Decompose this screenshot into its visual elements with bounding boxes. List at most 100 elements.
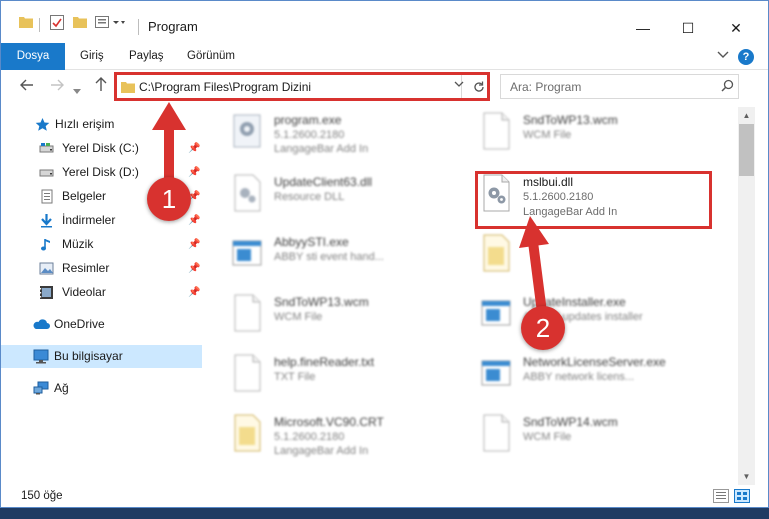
- sidebar-item-label: Hızlı erişim: [55, 117, 115, 131]
- sidebar-item-label: Resimler: [62, 261, 110, 275]
- details-view-icon[interactable]: [713, 489, 729, 503]
- sidebar-item-label: İndirmeler: [62, 213, 116, 227]
- customize-toolbar-icon[interactable]: [95, 15, 125, 32]
- dll-icon: [479, 173, 513, 217]
- toolbar-divider: [39, 18, 40, 32]
- forward-arrow-icon[interactable]: [50, 78, 64, 96]
- file-name: AbbyySTI.exe: [274, 235, 349, 249]
- tab-home[interactable]: Giriş: [80, 43, 104, 70]
- file-detail: LangageBar Add In: [274, 445, 369, 457]
- blank-file-icon: [230, 353, 264, 397]
- list-item[interactable]: help.fineReader.txt TXT File: [230, 353, 470, 413]
- dll-icon: [230, 173, 264, 217]
- file-name: help.fineReader.txt: [274, 355, 375, 369]
- address-dropdown-icon[interactable]: [454, 80, 464, 91]
- pin-icon[interactable]: 📌: [188, 257, 200, 280]
- window-exe-icon: [479, 293, 513, 337]
- folder-icon: [19, 15, 33, 31]
- file-name: UpdateClient63.dll: [274, 175, 373, 189]
- sidebar-item-label: Bu bilgisayar: [54, 349, 123, 363]
- folder-file-icon: [479, 233, 513, 277]
- list-item[interactable]: UpdateClient63.dll Resource DLL: [230, 173, 470, 233]
- search-icon: [721, 79, 734, 95]
- title-separator: [138, 19, 139, 35]
- computer-icon: [33, 349, 49, 364]
- sidebar-item-onedrive[interactable]: OneDrive: [1, 313, 202, 336]
- close-button[interactable]: ✕: [713, 13, 759, 43]
- download-icon: [39, 213, 54, 228]
- maximize-button[interactable]: ☐: [665, 13, 711, 43]
- list-item[interactable]: SndToWP13.wcm WCM File: [479, 111, 719, 171]
- vertical-scrollbar[interactable]: ▲ ▼: [738, 107, 755, 485]
- help-button[interactable]: ?: [738, 49, 754, 65]
- search-input[interactable]: Ara: Program: [500, 74, 739, 99]
- scroll-thumb[interactable]: [739, 124, 754, 176]
- tab-share[interactable]: Paylaş: [129, 43, 164, 70]
- folder-icon: [121, 80, 135, 96]
- file-name: program.exe: [274, 113, 342, 127]
- sidebar-item-label: Müzik: [62, 237, 94, 251]
- large-icons-view-icon[interactable]: [734, 489, 750, 503]
- file-detail: 5.1.2600.2180: [523, 191, 594, 203]
- properties-icon[interactable]: [50, 15, 64, 33]
- blank-file-icon: [479, 413, 513, 457]
- step-2-badge: 2: [521, 306, 565, 350]
- list-item[interactable]: UpdateInstaller.exe ABBYY updates instal…: [479, 293, 719, 353]
- pin-icon[interactable]: 📌: [188, 233, 200, 256]
- list-item-selected-file[interactable]: mslbui.dll 5.1.2600.2180 LangageBar Add …: [479, 173, 719, 233]
- minimize-button[interactable]: —: [620, 13, 666, 43]
- cloud-icon: [33, 317, 50, 332]
- list-item[interactable]: Microsoft.VC90.CRT 5.1.2600.2180 Langage…: [230, 413, 470, 473]
- video-icon: [39, 285, 54, 300]
- star-icon: [35, 117, 50, 132]
- file-name: SndToWP13.wcm: [523, 113, 618, 127]
- sidebar-item-music[interactable]: Müzik 📌: [1, 233, 202, 256]
- window-exe-icon: [479, 353, 513, 397]
- pin-icon[interactable]: 📌: [188, 281, 200, 304]
- list-item[interactable]: [479, 233, 719, 293]
- new-folder-icon[interactable]: [73, 15, 87, 31]
- tab-file[interactable]: Dosya: [1, 43, 65, 70]
- list-item[interactable]: SndToWP13.wcm WCM File: [230, 293, 470, 353]
- expand-ribbon-icon[interactable]: [717, 48, 729, 63]
- scroll-down-icon[interactable]: ▼: [738, 468, 755, 485]
- tab-view[interactable]: Görünüm: [187, 43, 235, 70]
- recent-locations-icon[interactable]: [73, 82, 81, 100]
- item-count: 150 öğe: [21, 490, 63, 502]
- file-list: program.exe 5.1.2600.2180 LangageBar Add…: [204, 107, 738, 485]
- file-detail: WCM File: [523, 431, 572, 443]
- sidebar-item-this-pc[interactable]: Bu bilgisayar: [1, 345, 202, 368]
- list-item[interactable]: NetworkLicenseServer.exe ABBY network li…: [479, 353, 719, 413]
- title-bar: Program — ☐ ✕: [1, 1, 768, 43]
- refresh-button[interactable]: [468, 73, 490, 100]
- file-detail: LangageBar Add In: [274, 143, 369, 155]
- back-arrow-icon[interactable]: [20, 78, 34, 96]
- file-detail: ABBY sti event hand...: [274, 251, 384, 263]
- documents-icon: [39, 189, 54, 204]
- window-exe-icon: [230, 233, 264, 277]
- music-icon: [39, 237, 54, 252]
- list-item[interactable]: AbbyySTI.exe ABBY sti event hand...: [230, 233, 470, 293]
- list-item[interactable]: SndToWP14.wcm WCM File: [479, 413, 719, 473]
- file-detail: 5.1.2600.2180: [274, 431, 345, 443]
- drive-icon: [39, 141, 54, 156]
- list-item[interactable]: program.exe 5.1.2600.2180 LangageBar Add…: [230, 111, 470, 171]
- file-name: SndToWP13.wcm: [274, 295, 369, 309]
- file-name: Microsoft.VC90.CRT: [274, 415, 384, 429]
- sidebar-item-pictures[interactable]: Resimler 📌: [1, 257, 202, 280]
- scroll-up-icon[interactable]: ▲: [738, 107, 755, 124]
- address-path: C:\Program Files\Program Dizini: [139, 80, 312, 94]
- sidebar-item-label: Yerel Disk (D:): [62, 165, 139, 179]
- sidebar-item-network[interactable]: Ağ: [1, 377, 202, 400]
- ribbon-tabs: Dosya Giriş Paylaş Görünüm: [1, 43, 768, 70]
- pin-icon[interactable]: 📌: [188, 209, 200, 232]
- drive-icon: [39, 165, 54, 180]
- sidebar-item-videos[interactable]: Videolar 📌: [1, 281, 202, 304]
- file-detail: ABBY network licens...: [523, 371, 635, 383]
- address-bar[interactable]: C:\Program Files\Program Dizini: [116, 73, 462, 100]
- exe-icon: [230, 111, 264, 155]
- sidebar-item-label: OneDrive: [54, 317, 105, 331]
- search-placeholder: Ara: Program: [510, 80, 582, 94]
- up-arrow-icon[interactable]: [95, 77, 107, 96]
- status-bar: 150 öğe: [1, 485, 768, 507]
